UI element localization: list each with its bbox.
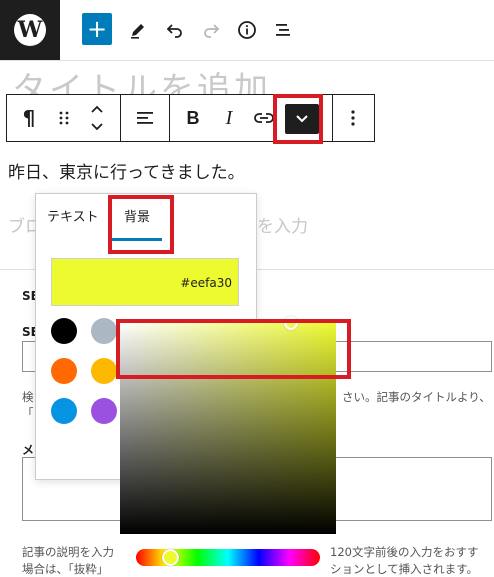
block-type-paragraph-button[interactable]: ¶ bbox=[7, 95, 51, 141]
move-up-down-button[interactable] bbox=[77, 95, 117, 141]
undo-button[interactable] bbox=[160, 14, 190, 46]
color-swatch-black[interactable] bbox=[51, 318, 77, 344]
undo-icon bbox=[166, 24, 182, 38]
plus-icon: + bbox=[86, 15, 108, 43]
info-icon bbox=[238, 21, 256, 39]
drag-handle-icon bbox=[59, 111, 69, 125]
list-view-icon bbox=[276, 24, 290, 36]
redo-button[interactable] bbox=[196, 14, 226, 46]
description-help-line-1-right: 120文字前後の入力をおすす bbox=[330, 545, 479, 559]
details-button[interactable] bbox=[232, 14, 262, 46]
block-placeholder-right[interactable]: を入力 bbox=[257, 212, 308, 237]
chevron-up-down-icon bbox=[91, 105, 103, 131]
color-swatch-vivid-cyan-blue[interactable] bbox=[51, 398, 77, 424]
wordpress-logo-button[interactable]: W bbox=[0, 0, 60, 60]
color-swatch-vivid-purple[interactable] bbox=[91, 398, 117, 424]
seo-help-line-2-left: 「 bbox=[22, 406, 34, 420]
toolbar-divider bbox=[169, 95, 170, 141]
current-color-preview[interactable]: #eefa30 bbox=[51, 258, 239, 306]
seo-help-line-1-left: 検 bbox=[22, 390, 34, 404]
align-left-icon bbox=[137, 112, 153, 124]
annotation-highlight-background-tab bbox=[108, 195, 174, 254]
wordpress-icon: W bbox=[14, 14, 46, 46]
description-help-line-2-left: 場合は、「抜粋」 bbox=[22, 562, 109, 576]
annotation-highlight-picker bbox=[116, 319, 351, 379]
bold-button[interactable]: B bbox=[179, 95, 207, 141]
italic-button[interactable]: I bbox=[215, 95, 243, 141]
seo-help-line-1-right: さい。記事のタイトルより、 bbox=[342, 390, 491, 404]
drag-handle[interactable] bbox=[51, 95, 77, 141]
description-help-line-1-left: 記事の説明を入力 bbox=[22, 545, 114, 559]
tools-button[interactable] bbox=[123, 14, 153, 46]
hue-slider-handle[interactable] bbox=[162, 549, 179, 566]
paragraph-block[interactable]: 昨日、東京に行ってきました。 bbox=[8, 158, 245, 183]
annotation-highlight-dropdown bbox=[273, 94, 323, 144]
align-button[interactable] bbox=[121, 95, 169, 141]
more-vertical-icon bbox=[351, 110, 355, 126]
list-view-button[interactable] bbox=[268, 14, 298, 46]
redo-icon bbox=[204, 24, 220, 38]
color-swatch-cyan-bluish-gray[interactable] bbox=[91, 318, 117, 344]
color-swatch-luminous-amber[interactable] bbox=[91, 358, 117, 384]
current-color-hex: #eefa30 bbox=[180, 276, 232, 290]
pencil-icon bbox=[131, 24, 144, 39]
tab-text-color[interactable]: テキスト bbox=[47, 206, 99, 225]
color-swatch-vivid-orange[interactable] bbox=[51, 358, 77, 384]
description-help-line-2-right: ションとして挿入されます。 bbox=[330, 562, 479, 576]
link-icon bbox=[254, 113, 274, 123]
add-block-button[interactable]: + bbox=[82, 13, 112, 45]
more-options-button[interactable] bbox=[333, 95, 373, 141]
meta-description-label: メ bbox=[22, 443, 35, 457]
